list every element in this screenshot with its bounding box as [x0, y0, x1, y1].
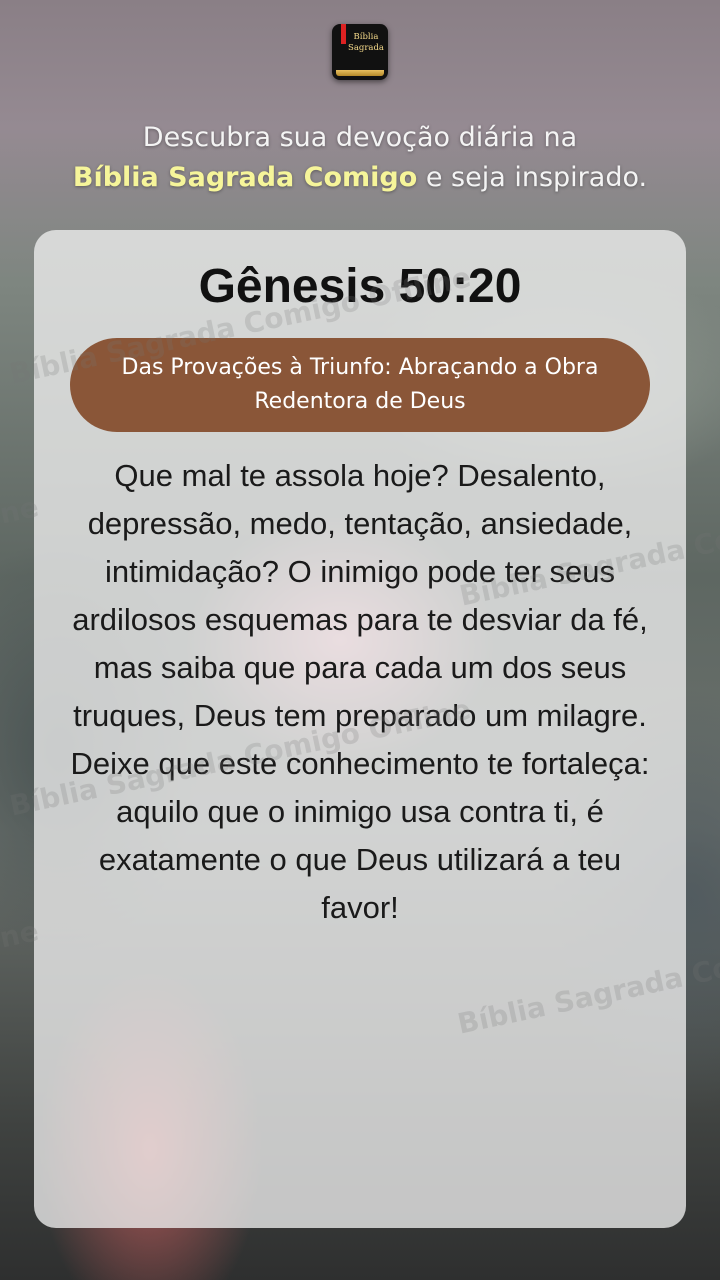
app-logo-icon: Bíblia Sagrada — [332, 24, 388, 80]
devotional-title-badge: Das Provações à Triunfo: Abraçando a Obr… — [70, 338, 650, 432]
devotional-text: Que mal te assola hoje? Desalento, depre… — [70, 458, 650, 925]
verse-reference: Gênesis 50:20 — [198, 260, 522, 313]
book-pages — [336, 70, 384, 76]
devotional-title: Das Provações à Triunfo: Abraçando a Obr… — [121, 355, 599, 414]
app-logo-text: Bíblia Sagrada — [348, 32, 384, 53]
tagline-text: Descubra sua devoção diária na — [142, 122, 578, 153]
tagline: Descubra sua devoção diária na Bíblia Sa… — [20, 118, 700, 198]
tagline-text-end: e seja inspirado. — [417, 162, 648, 193]
brand-name: Bíblia Sagrada Comigo — [72, 162, 418, 193]
devotional-card: Gênesis 50:20 Das Provações à Triunfo: A… — [34, 230, 686, 1228]
